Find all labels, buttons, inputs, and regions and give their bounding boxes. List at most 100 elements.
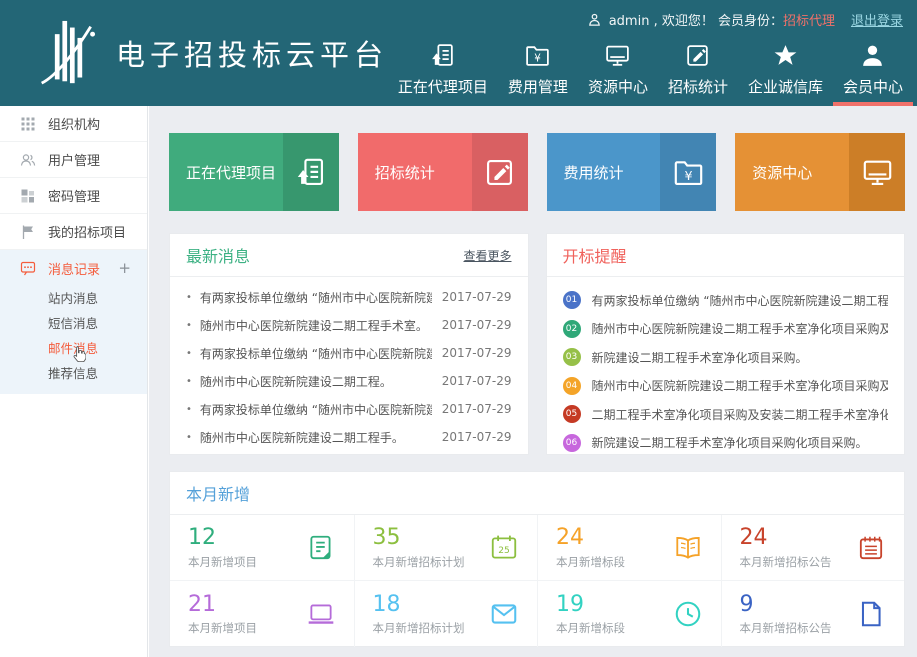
nav-label: 企业诚信库 (748, 76, 823, 97)
nav-item-resource-center[interactable]: 资源中心 (578, 42, 658, 106)
expand-plus-icon[interactable]: + (118, 259, 135, 277)
news-date: 2017-07-29 (442, 318, 512, 332)
calendar-day: 25 (498, 545, 510, 555)
stat-new-bid-notices: 24 本月新增招标公告 (721, 515, 905, 581)
envelope-icon (489, 599, 519, 629)
submenu-item-sms-messages[interactable]: 短信消息 (0, 311, 147, 336)
reminder-item[interactable]: 06 新院建设二期工程手术室净化项目采购化项目采购。 (547, 429, 905, 456)
stat-new-bid-sections: 24 本月新增标段 (537, 515, 721, 581)
welcome-text: admin , 欢迎您！ 会员身份： (609, 10, 783, 29)
monthly-new-panel: 本月新增 12 本月新增项目 (169, 471, 905, 647)
news-date: 2017-07-29 (442, 402, 512, 416)
news-text: 随州市中心医院新院建设二期工程手。 (200, 429, 432, 446)
panel-header: 最新消息 查看更多 (170, 234, 528, 277)
member-person-icon (859, 42, 886, 69)
card-label: 招标统计 (358, 133, 472, 211)
reminder-item[interactable]: 02 随州市中心医院新院建设二期工程手术室净化项目采购及安装” 项目的招…… (547, 315, 905, 344)
reminder-text: 随州市中心医院新院建设二期工程手术室净化项目采购及安装” 项目的招…… (592, 377, 889, 394)
app-title: 电子招投标云平台 (116, 32, 388, 74)
nav-label: 正在代理项目 (398, 76, 488, 97)
platform-logo-icon (36, 14, 102, 92)
nav-item-agent-projects[interactable]: 正在代理项目 (388, 42, 498, 106)
stat-label: 本月新增标段 (556, 554, 625, 570)
stat-label: 本月新增招标计划 (373, 554, 465, 570)
sidebar-item-message-records[interactable]: 消息记录 + (0, 250, 147, 286)
sidebar-item-password[interactable]: 密码管理 (0, 178, 147, 214)
open-book-icon (673, 533, 703, 563)
view-more-link[interactable]: 查看更多 (463, 247, 511, 264)
file-icon (856, 599, 886, 629)
card-resource-center[interactable]: 资源中心 (735, 133, 905, 211)
stat-new-bid-plans: 35 本月新增招标计划 25 (354, 515, 538, 581)
panel-title: 开标提醒 (563, 243, 627, 267)
bullet-icon: • (186, 376, 192, 387)
sidebar-item-users[interactable]: 用户管理 (0, 142, 147, 178)
stat-value: 21 (188, 592, 257, 617)
upload-doc-icon (283, 133, 339, 211)
card-label: 正在代理项目 (169, 133, 283, 211)
news-text: 随州市中心医院新院建设二期工程手术室。 (200, 317, 432, 334)
nav-item-credit-library[interactable]: 企业诚信库 (738, 42, 833, 106)
number-badge: 01 (563, 291, 581, 309)
panel-header: 本月新增 (170, 472, 904, 515)
news-item[interactable]: • 有两家投标单位缴纳 “随州市中心医院新院建设…… 2017-07-29 (170, 283, 528, 311)
sidebar-item-organization[interactable]: 组织机构 (0, 106, 147, 142)
nav-item-member-center[interactable]: 会员中心 (833, 42, 913, 106)
reminder-item[interactable]: 03 新院建设二期工程手术室净化项目采购。 (547, 343, 905, 372)
logout-link[interactable]: 退出登录 (851, 10, 903, 29)
stat-value: 18 (373, 592, 465, 617)
news-item[interactable]: • 有两家投标单位缴纳 “随州市中心医院新院建设。 2017-07-29 (170, 395, 528, 423)
sidebar-item-label: 消息记录 (48, 259, 100, 278)
bullet-icon: • (186, 348, 192, 359)
reminder-item[interactable]: 05 二期工程手术室净化项目采购及安装二期工程手术室净化项目采购及。 (547, 400, 905, 429)
stat-value: 35 (373, 525, 465, 550)
submenu-item-site-messages[interactable]: 站内消息 (0, 286, 147, 311)
news-item[interactable]: • 随州市中心医院新院建设二期工程。 2017-07-29 (170, 367, 528, 395)
reminder-list: 01 有两家投标单位缴纳 “随州市中心医院新院建设二期工程。 02 随州市中心医… (547, 277, 905, 455)
notepad-icon (856, 533, 886, 563)
bullet-icon: • (186, 320, 192, 331)
users-icon (20, 152, 36, 168)
news-item[interactable]: • 有两家投标单位缴纳 “随州市中心医院新院建设…… 2017-07-29 (170, 339, 528, 367)
password-blocks-icon (20, 188, 36, 204)
card-label: 资源中心 (735, 133, 849, 211)
card-fee-statistics[interactable]: 费用统计 ¥ (547, 133, 717, 211)
flag-icon (20, 224, 36, 240)
reminder-text: 随州市中心医院新院建设二期工程手术室净化项目采购及安装” 项目的招…… (592, 320, 889, 337)
sidebar-item-label: 我的招标项目 (48, 222, 126, 241)
panel-header: 开标提醒 (547, 234, 905, 277)
bullet-icon: • (186, 432, 192, 443)
stat-new-bid-notices-2: 9 本月新增招标公告 (721, 581, 905, 647)
clock-icon (673, 599, 703, 629)
stat-new-bid-plans-2: 18 本月新增招标计划 (354, 581, 538, 647)
note-icon (306, 533, 336, 563)
sidebar-item-label: 组织机构 (48, 114, 100, 133)
news-date: 2017-07-29 (442, 290, 512, 304)
news-text: 有两家投标单位缴纳 “随州市中心医院新院建设…… (200, 345, 432, 362)
main-content: 正在代理项目 招标统计 (149, 106, 917, 657)
page: 电子招投标云平台 admin , 欢迎您！ 会员身份： 招标代理 退出登录 正在… (0, 0, 917, 657)
news-item[interactable]: • 随州市中心医院新院建设二期工程手。 2017-07-29 (170, 423, 528, 451)
card-label: 费用统计 (547, 133, 661, 211)
reminder-text: 有两家投标单位缴纳 “随州市中心医院新院建设二期工程。 (592, 292, 889, 309)
card-agent-projects[interactable]: 正在代理项目 (169, 133, 339, 211)
number-badge: 03 (563, 348, 581, 366)
stat-label: 本月新增项目 (188, 554, 257, 570)
calendar-icon: 25 (489, 533, 519, 563)
sidebar-item-my-bid-projects[interactable]: 我的招标项目 (0, 214, 147, 250)
nav-item-bid-statistics[interactable]: 招标统计 (658, 42, 738, 106)
nav-label: 资源中心 (588, 76, 648, 97)
news-text: 随州市中心医院新院建设二期工程。 (200, 373, 432, 390)
card-bid-statistics[interactable]: 招标统计 (358, 133, 528, 211)
number-badge: 06 (563, 434, 581, 452)
submenu-item-recommend-info[interactable]: 推荐信息 (0, 361, 147, 386)
stat-value: 19 (556, 592, 625, 617)
brand: 电子招投标云平台 (36, 0, 388, 106)
reminder-item[interactable]: 01 有两家投标单位缴纳 “随州市中心医院新院建设二期工程。 (547, 286, 905, 315)
news-item[interactable]: • 随州市中心医院新院建设二期工程手术室。 2017-07-29 (170, 311, 528, 339)
news-date: 2017-07-29 (442, 374, 512, 388)
org-grid-icon (20, 116, 36, 132)
reminder-item[interactable]: 04 随州市中心医院新院建设二期工程手术室净化项目采购及安装” 项目的招…… (547, 372, 905, 401)
nav-item-fee-management[interactable]: ¥ 费用管理 (498, 42, 578, 106)
panel-title: 最新消息 (186, 243, 250, 267)
